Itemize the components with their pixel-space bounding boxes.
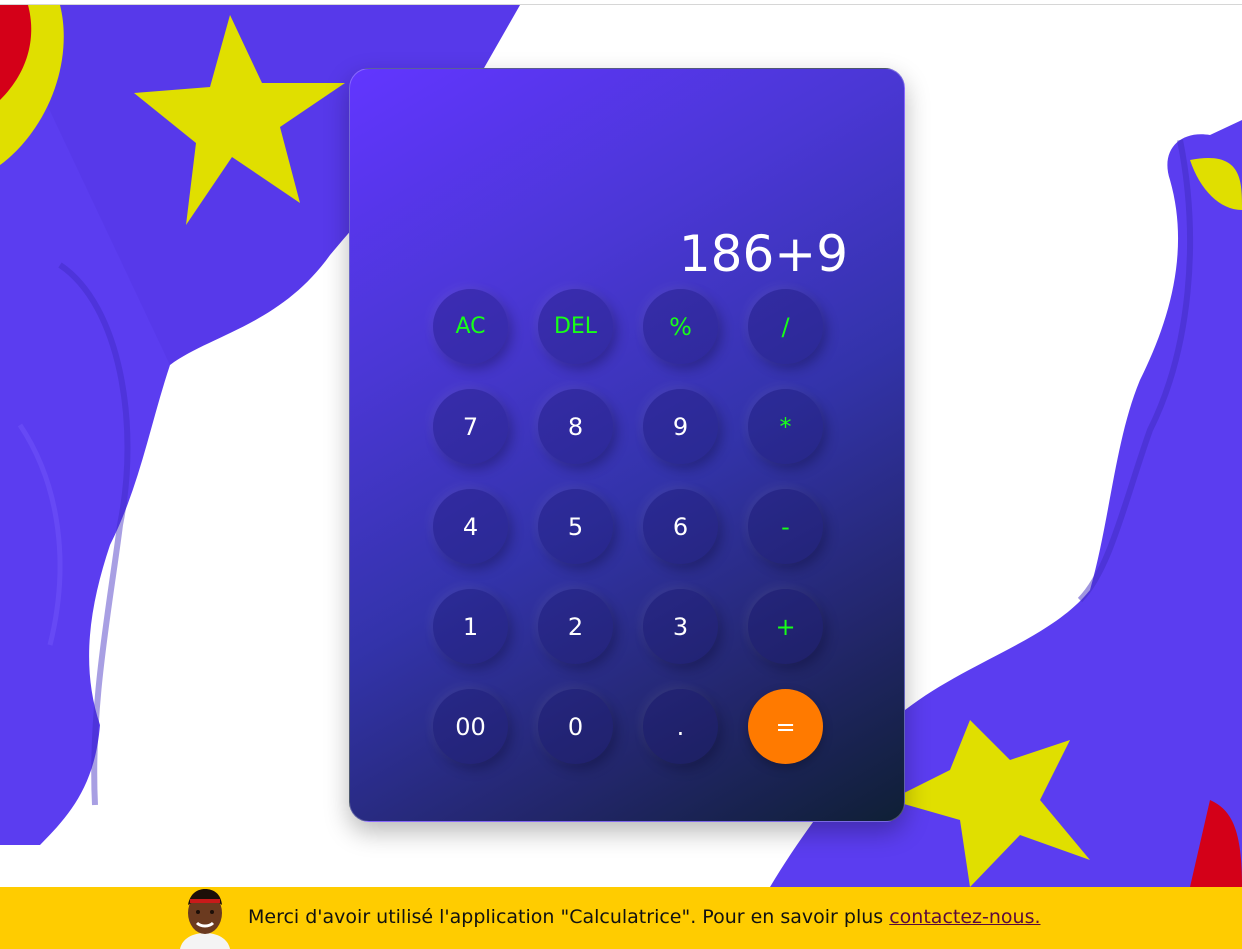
subtract-button[interactable]: - <box>748 489 823 564</box>
divide-button[interactable]: / <box>748 289 823 364</box>
digit-8-button[interactable]: 8 <box>538 389 613 464</box>
digit-6-button[interactable]: 6 <box>643 489 718 564</box>
contact-link[interactable]: contactez-nous. <box>889 906 1040 928</box>
footer-message: Merci d'avoir utilisé l'application "Cal… <box>248 906 1041 928</box>
all-clear-button[interactable]: AC <box>433 289 508 364</box>
multiply-button[interactable]: * <box>748 389 823 464</box>
digit-4-button[interactable]: 4 <box>433 489 508 564</box>
digit-9-button[interactable]: 9 <box>643 389 718 464</box>
footer-message-text: Merci d'avoir utilisé l'application "Cal… <box>248 906 890 928</box>
delete-button[interactable]: DEL <box>538 289 613 364</box>
calculator-display: 186+9 <box>678 225 848 283</box>
digit-5-button[interactable]: 5 <box>538 489 613 564</box>
digit-3-button[interactable]: 3 <box>643 589 718 664</box>
footer-banner: Merci d'avoir utilisé l'application "Cal… <box>0 887 1242 949</box>
digit-2-button[interactable]: 2 <box>538 589 613 664</box>
digit-0-button[interactable]: 0 <box>538 689 613 764</box>
digit-1-button[interactable]: 1 <box>433 589 508 664</box>
double-zero-button[interactable]: 00 <box>433 689 508 764</box>
calculator: 186+9 AC DEL%/7 8 9 * 4 5 6-1 2 3 +00 0. = <box>349 68 905 822</box>
add-button[interactable]: + <box>748 589 823 664</box>
digit-7-button[interactable]: 7 <box>433 389 508 464</box>
avatar <box>172 887 238 949</box>
percent-button[interactable]: % <box>643 289 718 364</box>
decimal-button[interactable]: . <box>643 689 718 764</box>
equals-button[interactable]: = <box>748 689 823 764</box>
